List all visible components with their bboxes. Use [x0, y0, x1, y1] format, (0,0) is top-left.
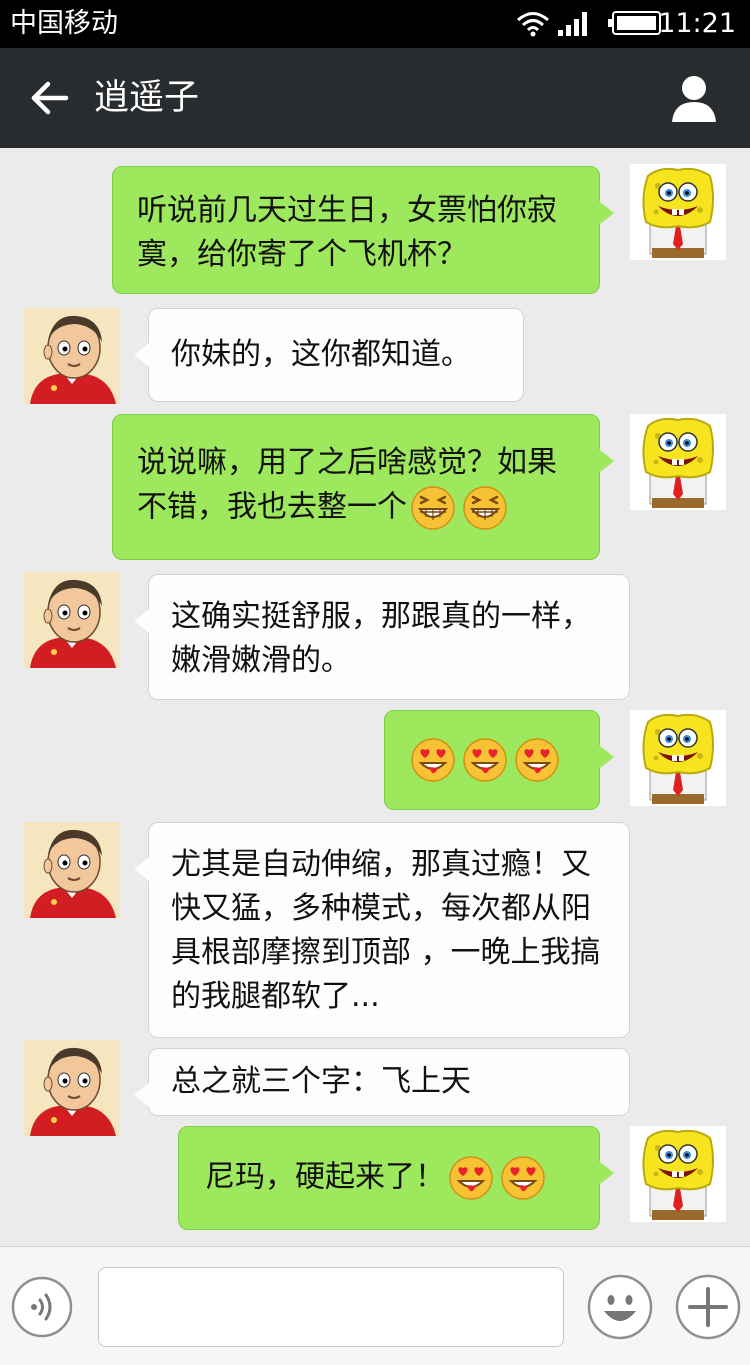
person-icon	[672, 76, 716, 122]
message-bubble-sent[interactable]: 听说前几天过生日，女票怕你寂寞，给你寄了个飞机杯？	[112, 166, 614, 294]
voice-button[interactable]	[10, 1275, 74, 1339]
arrow-left-icon	[31, 81, 69, 115]
heart-eyes-emoji	[500, 1155, 546, 1201]
message-text: 你妹的，这你都知道。	[171, 337, 471, 372]
my-avatar[interactable]	[630, 164, 726, 260]
grin-emoji	[462, 485, 508, 531]
status-bar: 中国移动 11:21	[0, 0, 750, 48]
emoji-button[interactable]	[586, 1273, 654, 1341]
grin-emoji	[410, 485, 456, 531]
message-text: 尤其是自动伸缩，那真过瘾！又快又猛，多种模式，每次都从阳具根部摩擦到顶部 ，一晚…	[171, 847, 601, 1014]
profile-button[interactable]	[668, 72, 720, 124]
input-bar	[0, 1246, 750, 1365]
heart-eyes-emoji	[410, 737, 456, 783]
message-text: 听说前几天过生日，女票怕你寂寞，给你寄了个飞机杯？	[137, 193, 557, 272]
message-bubble-received[interactable]: 这确实挺舒服，那跟真的一样，嫩滑嫩滑的。	[134, 574, 630, 700]
message-bubble-sent[interactable]	[384, 710, 614, 810]
chat-header: 逍遥子	[0, 48, 750, 148]
heart-eyes-emoji	[514, 737, 560, 783]
my-avatar[interactable]	[630, 414, 726, 510]
message-text: 总之就三个字：飞上天	[171, 1064, 471, 1099]
friend-avatar[interactable]	[24, 822, 120, 918]
battery-icon	[608, 11, 661, 35]
message-bubble-received[interactable]: 总之就三个字：飞上天	[134, 1048, 630, 1116]
back-button[interactable]	[22, 74, 74, 122]
message-bubble-sent[interactable]: 说说嘛，用了之后啥感觉？如果不错，我也去整一个	[112, 414, 614, 560]
message-bubble-received[interactable]: 你妹的，这你都知道。	[134, 308, 524, 402]
wifi-icon	[517, 12, 549, 37]
message-bubble-received[interactable]: 尤其是自动伸缩，那真过瘾！又快又猛，多种模式，每次都从阳具根部摩擦到顶部 ，一晚…	[134, 822, 630, 1038]
plus-button[interactable]	[674, 1273, 742, 1341]
clock: 11:21	[658, 8, 736, 39]
my-avatar[interactable]	[630, 1126, 726, 1222]
friend-avatar[interactable]	[24, 1040, 120, 1136]
chat-list[interactable]: 听说前几天过生日，女票怕你寂寞，给你寄了个飞机杯？ 你妹的，这你都知道。 说说嘛…	[0, 148, 750, 1246]
contact-name: 逍遥子	[94, 78, 200, 118]
carrier-label: 中国移动	[10, 8, 118, 39]
message-bubble-sent[interactable]: 尼玛，硬起来了！	[178, 1126, 614, 1230]
signal-icon	[558, 12, 587, 36]
my-avatar[interactable]	[630, 710, 726, 806]
heart-eyes-emoji	[462, 737, 508, 783]
message-text: 尼玛，硬起来了！	[205, 1159, 445, 1195]
heart-eyes-emoji	[448, 1155, 494, 1201]
message-input[interactable]	[98, 1267, 564, 1347]
friend-avatar[interactable]	[24, 572, 120, 668]
friend-avatar[interactable]	[24, 308, 120, 404]
message-text: 这确实挺舒服，那跟真的一样，嫩滑嫩滑的。	[171, 599, 591, 678]
